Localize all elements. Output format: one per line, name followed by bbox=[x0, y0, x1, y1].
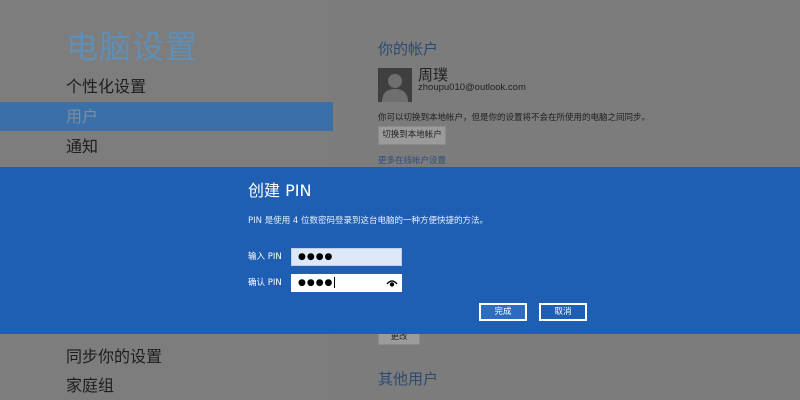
user-email: zhoupu010@outlook.com bbox=[418, 82, 526, 93]
cancel-button[interactable]: 取消 bbox=[539, 303, 587, 321]
your-account-heading: 你的帐户 bbox=[378, 40, 439, 58]
switch-info-text: 你可以切换到本地帐户，但是你的设置将不会在所使用的电脑之间同步。 bbox=[378, 113, 651, 123]
eye-reveal-icon[interactable] bbox=[386, 278, 398, 289]
other-users-heading: 其他用户 bbox=[378, 370, 439, 388]
confirm-pin-label: 确认 PIN bbox=[248, 278, 282, 288]
page-title: 电脑设置 bbox=[66, 28, 199, 66]
nav-item-users[interactable]: 用户 bbox=[0, 102, 333, 131]
nav-item-personalize[interactable]: 个性化设置 bbox=[0, 72, 333, 101]
confirm-pin-input[interactable]: ●●●● bbox=[291, 274, 402, 292]
done-button[interactable]: 完成 bbox=[479, 303, 527, 321]
enter-pin-input[interactable]: ●●●● bbox=[291, 248, 402, 266]
nav-item-notifications[interactable]: 通知 bbox=[0, 132, 333, 161]
nav-item-homegroup[interactable]: 家庭组 bbox=[0, 371, 333, 400]
dialog-description: PIN 是使用 4 位数密码登录到这台电脑的一种方便快捷的方法。 bbox=[248, 216, 489, 226]
switch-to-local-account-button[interactable]: 切换到本地帐户 bbox=[378, 126, 446, 145]
more-online-account-settings-link[interactable]: 更多在线帐户设置 bbox=[378, 154, 446, 166]
avatar-silhouette-icon bbox=[378, 68, 412, 102]
text-caret bbox=[334, 277, 336, 288]
enter-pin-label: 输入 PIN bbox=[248, 252, 282, 262]
dialog-title: 创建 PIN bbox=[248, 181, 312, 200]
create-pin-dialog: 创建 PIN PIN 是使用 4 位数密码登录到这台电脑的一种方便快捷的方法。 … bbox=[0, 167, 800, 334]
nav-item-sync-settings[interactable]: 同步你的设置 bbox=[0, 342, 333, 371]
enter-pin-value: ●●●● bbox=[298, 252, 334, 262]
confirm-pin-value: ●●●● bbox=[298, 278, 334, 288]
